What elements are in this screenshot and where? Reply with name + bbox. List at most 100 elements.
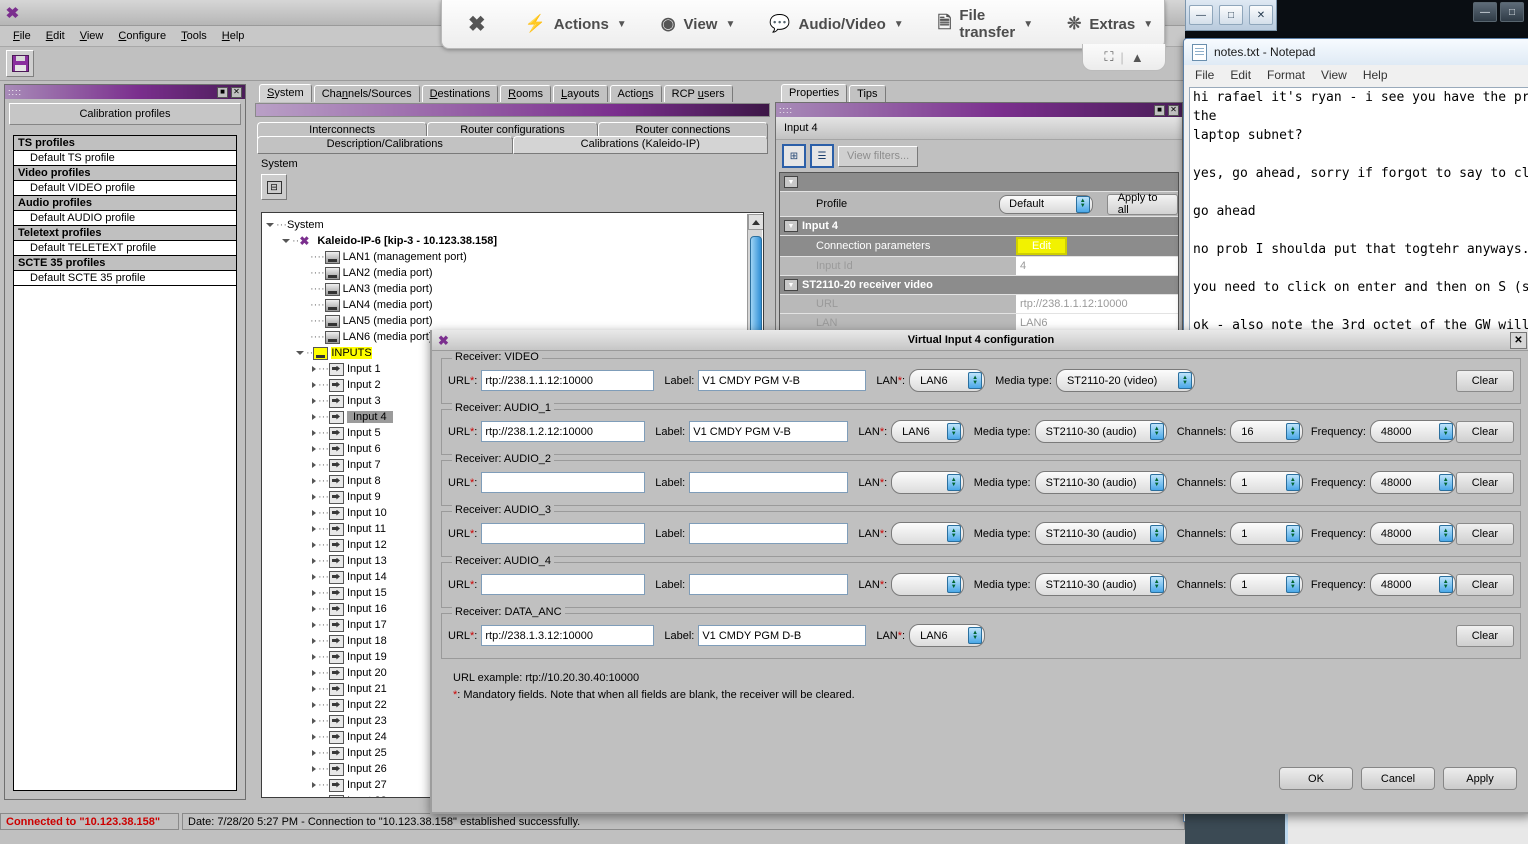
channels-spinner[interactable]: 1 ▲ ▼ <box>1230 471 1303 494</box>
toolbar-close-button[interactable]: ✖ <box>442 1 508 47</box>
label-input[interactable] <box>689 523 849 544</box>
list-item[interactable]: Default AUDIO profile <box>14 211 236 226</box>
url-input[interactable] <box>481 523 646 544</box>
list-item[interactable]: Default VIDEO profile <box>14 181 236 196</box>
toolbar-item-view[interactable]: ◉ View ▼ <box>644 1 753 47</box>
lan-combo[interactable]: ▲ ▼ <box>891 471 964 494</box>
chevron-right-icon[interactable] <box>312 510 316 516</box>
tree-node-lan[interactable]: ···· LAN1 (management port) <box>266 249 763 265</box>
channels-spinner[interactable]: 1 ▲ ▼ <box>1230 573 1303 596</box>
spinner-icon[interactable]: ▲ ▼ <box>1149 423 1164 440</box>
frequency-spinner[interactable]: 48000 ▲ ▼ <box>1369 573 1456 596</box>
chevron-down-icon[interactable] <box>282 239 290 243</box>
tab-channels-sources[interactable]: Channels/Sources <box>313 85 420 102</box>
list-item[interactable]: Default TELETEXT profile <box>14 241 236 256</box>
media-type-combo[interactable]: ST2110-30 (audio) ▲ ▼ <box>1034 471 1167 494</box>
media-type-combo[interactable]: ST2110-30 (audio) ▲ ▼ <box>1034 522 1167 545</box>
maximize-button[interactable]: □ <box>1219 5 1243 25</box>
tab-tips[interactable]: Tips <box>849 85 886 102</box>
chevron-right-icon[interactable] <box>312 494 316 500</box>
close-icon[interactable]: ✕ <box>231 86 242 98</box>
chevron-right-icon[interactable] <box>312 606 316 612</box>
chevron-right-icon[interactable] <box>312 590 316 596</box>
label-input[interactable]: V1 CMDY PGM V-B <box>689 421 849 442</box>
chevron-right-icon[interactable] <box>312 526 316 532</box>
chevron-down-icon[interactable]: ▼ <box>784 220 798 232</box>
scrollbar-thumb[interactable] <box>750 236 762 338</box>
calibration-profiles-list[interactable]: TS profiles Default TS profile Video pro… <box>13 135 237 791</box>
spinner-icon[interactable]: ▲ ▼ <box>1285 525 1300 542</box>
spinner-icon[interactable]: ▲ ▼ <box>1149 576 1164 593</box>
menu-file[interactable]: FFileile <box>6 28 38 44</box>
chevron-right-icon[interactable] <box>312 766 316 772</box>
label-input[interactable] <box>689 574 849 595</box>
spinner-icon[interactable]: ▲ ▼ <box>1285 576 1300 593</box>
minimize-button[interactable]: — <box>1189 5 1213 25</box>
spinner-icon[interactable]: ▲ ▼ <box>1285 474 1300 491</box>
frequency-spinner[interactable]: 48000 ▲ ▼ <box>1369 522 1456 545</box>
remote-action-toolbar[interactable]: ✖ ⚡ Actions ▼ ◉ View ▼ 💬 Audio/Video ▼ 🗎… <box>441 0 1165 49</box>
notepad-menubar[interactable]: File Edit Format View Help <box>1184 65 1528 85</box>
label-input[interactable]: V1 CMDY PGM V-B <box>698 370 867 391</box>
chevron-right-icon[interactable] <box>312 478 316 484</box>
chevron-right-icon[interactable] <box>312 702 316 708</box>
chevron-down-icon[interactable] <box>296 351 304 355</box>
url-input[interactable]: rtp://238.1.3.12:10000 <box>481 625 655 646</box>
expand-tree-icon[interactable]: ⊞ <box>782 144 806 168</box>
chevron-right-icon[interactable] <box>312 734 316 740</box>
spinner-icon[interactable]: ▲ ▼ <box>946 525 961 542</box>
menu-help[interactable]: Help <box>1363 68 1388 82</box>
chevron-right-icon[interactable] <box>312 718 316 724</box>
menu-format[interactable]: Format <box>1267 68 1305 82</box>
close-icon[interactable]: ✕ <box>1510 332 1527 349</box>
spinner-icon[interactable]: ▲ ▼ <box>1438 423 1453 440</box>
channels-spinner[interactable]: 1 ▲ ▼ <box>1230 522 1303 545</box>
chevron-down-icon[interactable]: ▼ <box>784 176 798 188</box>
clear-button[interactable]: Clear <box>1455 369 1514 392</box>
tab-rcp-users[interactable]: RCP users <box>663 85 733 102</box>
clear-button[interactable]: Clear <box>1455 522 1514 545</box>
media-type-combo[interactable]: ST2110-30 (audio) ▲ ▼ <box>1034 420 1167 443</box>
maximize-button[interactable]: □ <box>1500 2 1524 22</box>
maximize-icon[interactable]: ■ <box>217 86 228 98</box>
chevron-right-icon[interactable] <box>312 750 316 756</box>
tab-system[interactable]: System <box>259 84 312 102</box>
list-item[interactable]: Default SCTE 35 profile <box>14 271 236 286</box>
lan-combo[interactable]: ▲ ▼ <box>891 522 964 545</box>
tab-actions[interactable]: Actions <box>609 85 662 102</box>
lan-combo[interactable]: LAN6 ▲ ▼ <box>909 369 986 392</box>
main-tabs[interactable]: System Channels/Sources Destinations Roo… <box>255 84 735 102</box>
property-group-st2110-20[interactable]: ▼ ST2110-20 receiver video <box>780 276 1178 295</box>
spinner-icon[interactable]: ▲ ▼ <box>1438 474 1453 491</box>
chevron-right-icon[interactable] <box>312 670 316 676</box>
tab-rooms[interactable]: Rooms <box>500 85 551 102</box>
background-window-controls[interactable]: — □ ✕ <box>1185 0 1277 31</box>
toolbar-item-file-transfer[interactable]: 🗎 File transfer ▼ <box>921 1 1050 47</box>
chevron-right-icon[interactable] <box>312 622 316 628</box>
dialog-buttons[interactable]: OK Cancel Apply <box>1279 767 1517 790</box>
menu-help[interactable]: Help <box>215 28 252 44</box>
lan-combo[interactable]: LAN6 ▲ ▼ <box>891 420 964 443</box>
clear-button[interactable]: Clear <box>1455 420 1514 443</box>
close-button[interactable]: ✕ <box>1249 5 1273 25</box>
save-button[interactable] <box>6 50 34 77</box>
toolbar-pill[interactable]: ⛶ | ▲ <box>1082 44 1166 71</box>
spinner-icon[interactable]: ▲ ▼ <box>1438 576 1453 593</box>
close-icon[interactable]: ✕ <box>1168 104 1179 116</box>
menu-view[interactable]: View <box>1321 68 1347 82</box>
chevron-right-icon[interactable] <box>312 430 316 436</box>
chevron-up-icon[interactable]: ▲ <box>1131 50 1144 65</box>
collapse-all-button[interactable]: ⊟ <box>261 174 287 200</box>
minimize-button[interactable]: — <box>1473 2 1497 22</box>
menu-view[interactable]: View <box>73 28 111 44</box>
tree-node-lan[interactable]: ···· LAN4 (media port) <box>266 297 763 313</box>
menu-configure[interactable]: Configure <box>111 28 173 44</box>
spinner-icon[interactable]: ▲ ▼ <box>1149 525 1164 542</box>
chevron-right-icon[interactable] <box>312 462 316 468</box>
spinner-icon[interactable]: ▲ ▼ <box>946 474 961 491</box>
toolbar-item-audio-video[interactable]: 💬 Audio/Video ▼ <box>752 1 920 47</box>
property-group-header[interactable]: ▼ <box>780 173 1178 192</box>
properties-grid[interactable]: ▼ Profile Default ▲ ▼ Apply to all ▼ Inpu… <box>779 172 1179 343</box>
properties-toolbar[interactable]: ⊞ ☰ View filters... <box>776 140 1182 172</box>
tree-node-system[interactable]: ··· System <box>266 217 763 233</box>
